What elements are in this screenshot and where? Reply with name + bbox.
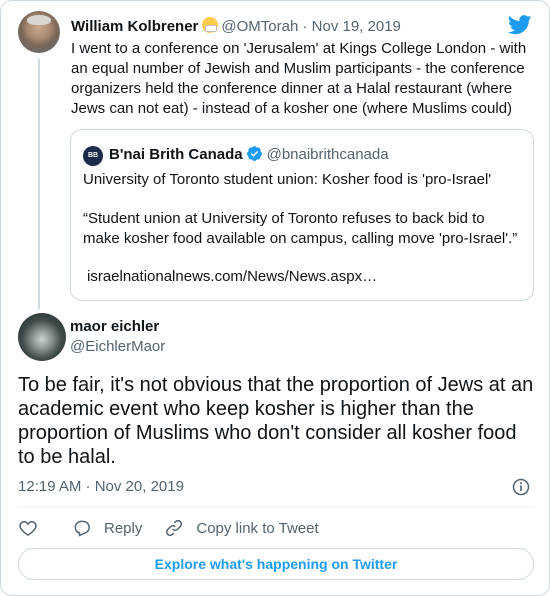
parent-tweet-text: I went to a conference on 'Jerusalem' at… bbox=[71, 40, 527, 117]
explore-twitter-button[interactable]: Explore what's happening on Twitter bbox=[18, 548, 534, 580]
tweet-timestamp[interactable]: 12:19 AM · Nov 20, 2019 bbox=[18, 478, 184, 495]
quoted-tweet[interactable]: BB B'nai Brith Canada @bnaibrithcanada Un… bbox=[70, 129, 534, 301]
mask-emoji-icon bbox=[202, 17, 219, 33]
avatar[interactable] bbox=[18, 11, 60, 53]
verified-badge-icon bbox=[246, 146, 262, 161]
author-handle[interactable]: @EichlerMaor bbox=[70, 338, 165, 355]
reply-icon bbox=[74, 520, 90, 537]
reply-label: Reply bbox=[104, 519, 143, 537]
info-icon[interactable] bbox=[511, 477, 531, 497]
author-name[interactable]: William Kolbrener bbox=[71, 18, 198, 35]
author-name[interactable]: maor eichler bbox=[70, 318, 159, 335]
quoted-tweet-link[interactable]: israelnationalnews.com/News/News.aspx… bbox=[87, 267, 527, 287]
quoted-tweet-text: University of Toronto student union: Kos… bbox=[83, 171, 492, 188]
quoted-tweet-header: B'nai Brith Canada @bnaibrithcanada bbox=[109, 145, 389, 163]
avatar[interactable]: BB bbox=[83, 146, 103, 166]
thread-connector bbox=[38, 59, 40, 309]
heart-icon bbox=[19, 521, 37, 536]
author-handle[interactable]: @bnaibrithcanada bbox=[267, 146, 389, 163]
quoted-tweet-text: make kosher food available on campus, ca… bbox=[83, 230, 518, 247]
tweet-actions: Reply Copy link to Tweet bbox=[18, 516, 341, 540]
avatar[interactable] bbox=[18, 313, 66, 361]
copy-link-label: Copy link to Tweet bbox=[196, 519, 319, 537]
like-button[interactable] bbox=[18, 518, 50, 538]
twitter-bird-icon[interactable] bbox=[508, 15, 532, 35]
separator: · bbox=[302, 18, 308, 35]
reply-button[interactable]: Reply bbox=[72, 518, 142, 538]
tweet-text: To be fair, it's not obvious that the pr… bbox=[18, 374, 534, 468]
link-icon bbox=[166, 519, 183, 537]
copy-link-button[interactable]: Copy link to Tweet bbox=[164, 518, 319, 538]
tweet-date[interactable]: Nov 19, 2019 bbox=[312, 18, 401, 35]
tweet-embed-card: William Kolbrener @OMTorah · Nov 19, 2019… bbox=[0, 0, 550, 596]
quoted-tweet-text: “Student union at University of Toronto … bbox=[83, 210, 485, 227]
divider bbox=[18, 507, 534, 508]
author-name[interactable]: B'nai Brith Canada bbox=[109, 146, 243, 163]
author-handle[interactable]: @OMTorah bbox=[221, 18, 298, 35]
parent-tweet-header: William Kolbrener @OMTorah · Nov 19, 2019 bbox=[71, 17, 531, 37]
